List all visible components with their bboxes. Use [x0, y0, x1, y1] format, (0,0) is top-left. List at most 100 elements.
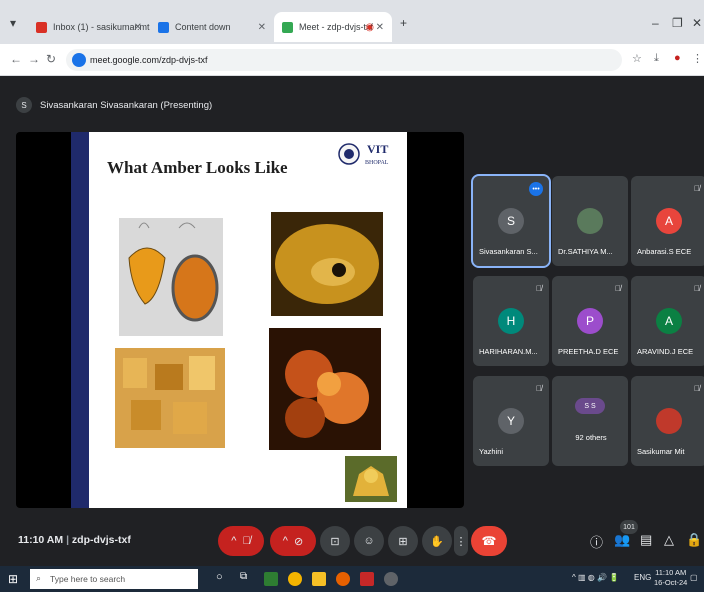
more-options-button[interactable]: ⋮ — [454, 526, 468, 556]
restore-button[interactable]: ❐ — [672, 16, 683, 30]
chat-icon[interactable]: ▤ — [640, 532, 652, 548]
chevron-up-icon[interactable]: ^ — [231, 535, 236, 547]
download-icon[interactable]: ⤓ — [654, 52, 659, 65]
search-placeholder: Type here to search — [50, 574, 126, 584]
avatar: Y — [498, 408, 524, 434]
meeting-controls: 11:10 AM | zdp-dvjs-txf ^ 🎙̸ ^ ⊘ ⊡ ☺ ⊞ ✋… — [0, 520, 704, 566]
participant-tile[interactable]: 🎙̸ Y Yazhini — [473, 376, 549, 466]
logo-vit-text: VIT — [367, 142, 388, 156]
participant-name: PREETHA.D ECE — [558, 347, 619, 356]
avatar-photo — [656, 408, 682, 434]
taskbar-clock[interactable]: 11:10 AM 16-Oct-24 — [654, 568, 687, 588]
file-explorer-icon[interactable] — [312, 572, 326, 586]
muted-mic-icon: 🎙̸ — [536, 384, 542, 393]
activities-icon[interactable]: △ — [664, 532, 674, 548]
avatar: P — [577, 308, 603, 334]
taskbar-search-input[interactable]: ⌕ Type here to search — [30, 569, 198, 589]
tab-content[interactable]: Content down ✕ — [150, 12, 274, 42]
app-icon[interactable] — [264, 572, 278, 586]
close-icon[interactable]: ✕ — [258, 22, 266, 33]
amber-pieces-image — [115, 348, 225, 448]
close-window-button[interactable]: ✕ — [692, 16, 702, 30]
presenter-bar: S Sivasankaran Sivasankaran (Presenting) — [16, 94, 212, 116]
participant-tile[interactable]: 🎙̸ H HARIHARAN.M... — [473, 276, 549, 366]
amber-insect-image — [271, 212, 383, 316]
participant-tile[interactable]: 🎙̸ Sasikumar Mit — [631, 376, 704, 466]
task-view-icon[interactable]: ⧉ — [240, 571, 254, 585]
participant-tile[interactable]: ••• S Sivasankaran S... — [471, 174, 551, 268]
slide: VIT BHOPAL UNIVERSITY What Amber Looks L… — [71, 132, 407, 508]
more-options-icon[interactable]: ••• — [529, 182, 543, 196]
close-icon[interactable]: ✕ — [376, 22, 384, 33]
participant-tile[interactable]: 🎙̸ A Anbarasi.S ECE — [631, 176, 704, 266]
app-icon[interactable] — [384, 572, 398, 586]
avatar: H — [498, 308, 524, 334]
site-info-icon[interactable] — [72, 53, 86, 67]
tab-meet[interactable]: Meet - zdp-dvjs-txf ◉ ✕ — [274, 12, 392, 42]
host-controls-icon[interactable]: 🔒 — [686, 532, 702, 548]
profile-icon[interactable]: ● — [674, 52, 681, 64]
bookmark-star-icon[interactable]: ☆ — [632, 52, 642, 65]
presenter-label: Sivasankaran Sivasankaran (Presenting) — [40, 99, 213, 111]
amber-pendants-image — [119, 218, 223, 336]
minimize-button[interactable]: – — [652, 16, 659, 30]
participant-name: Yazhini — [479, 447, 504, 456]
raise-hand-button[interactable]: ✋ — [422, 526, 452, 556]
clock-date: 16-Oct-24 — [654, 578, 688, 587]
gmail-icon — [36, 21, 47, 33]
info-icon[interactable]: ⓘ — [590, 532, 603, 551]
hand-icon: ✋ — [430, 535, 444, 548]
meeting-time: 11:10 AM — [18, 534, 64, 546]
reload-icon[interactable]: ↻ — [46, 52, 56, 66]
meeting-code: zdp-dvjs-txf — [71, 534, 131, 546]
camera-toggle[interactable]: ^ ⊘ — [270, 526, 316, 556]
clock-time: 11:10 AM — [655, 568, 687, 577]
app-icon[interactable] — [360, 572, 374, 586]
people-icon[interactable]: 👥 — [614, 532, 630, 548]
notifications-icon[interactable]: ▢ — [690, 573, 698, 582]
present-button[interactable]: ⊞ — [388, 526, 418, 556]
participant-tile[interactable]: Dr.SATHIYA M... — [552, 176, 628, 266]
menu-icon[interactable]: ⋮ — [692, 52, 703, 65]
camera-off-icon: ⊘ — [294, 535, 304, 548]
close-icon[interactable]: ✕ — [134, 22, 142, 33]
url-field[interactable]: meet.google.com/zdp-dvjs-txf — [66, 49, 622, 71]
search-icon: ⌕ — [36, 573, 42, 583]
microphone-toggle[interactable]: ^ 🎙̸ — [218, 526, 264, 556]
windows-start-icon[interactable]: ⊞ — [8, 572, 18, 586]
firefox-icon[interactable] — [336, 572, 350, 586]
tray-icons[interactable]: ^ ▥ ◍ 🔊 🔋 — [572, 573, 619, 582]
tab-gmail[interactable]: Inbox (1) - sasikumar.mthree@... ✕ — [28, 12, 150, 42]
back-icon[interactable]: ← — [10, 52, 22, 66]
presentation-stage[interactable]: VIT BHOPAL UNIVERSITY What Amber Looks L… — [16, 132, 464, 508]
new-tab-button[interactable]: + — [400, 16, 407, 30]
captions-button[interactable]: ⊡ — [320, 526, 350, 556]
language-indicator[interactable]: ENG — [634, 573, 651, 582]
url-text: meet.google.com/zdp-dvjs-txf — [90, 55, 208, 65]
tab-label: Content down — [175, 22, 231, 32]
forward-icon[interactable]: → — [28, 52, 40, 66]
others-count: 92 others — [575, 433, 607, 442]
avatar-stack: S S — [575, 398, 605, 414]
chrome-icon[interactable] — [288, 572, 302, 586]
windows-taskbar: ⊞ ⌕ Type here to search ○ ⧉ ^ ▥ ◍ 🔊 🔋 EN… — [0, 566, 704, 592]
tab-search-icon[interactable]: ▾ — [10, 16, 16, 30]
presenter-avatar: S — [16, 97, 32, 113]
participant-name: Sivasankaran S... — [479, 247, 538, 256]
captions-icon: ⊡ — [330, 535, 340, 548]
cortana-icon[interactable]: ○ — [216, 571, 230, 585]
amber-raw-image — [269, 328, 381, 450]
others-tile[interactable]: S S 92 others — [552, 376, 628, 466]
present-icon: ⊞ — [398, 535, 408, 548]
emoji-button[interactable]: ☺ — [354, 526, 384, 556]
chevron-up-icon[interactable]: ^ — [283, 535, 288, 547]
recording-icon: ◉ — [365, 21, 374, 33]
participant-name: HARIHARAN.M... — [479, 347, 538, 356]
muted-mic-icon: 🎙̸ — [536, 284, 542, 293]
participant-tile[interactable]: 🎙̸ P PREETHA.D ECE — [552, 276, 628, 366]
slide-side-band: VIT BHOPAL UNIVERSITY — [71, 132, 128, 508]
participant-tile[interactable]: 🎙̸ A ARAVIND.J ECE — [631, 276, 704, 366]
vit-logo: VIT BHOPAL — [338, 142, 389, 166]
leave-call-button[interactable]: ☎ — [471, 526, 507, 556]
muted-mic-icon: 🎙̸ — [694, 284, 700, 293]
